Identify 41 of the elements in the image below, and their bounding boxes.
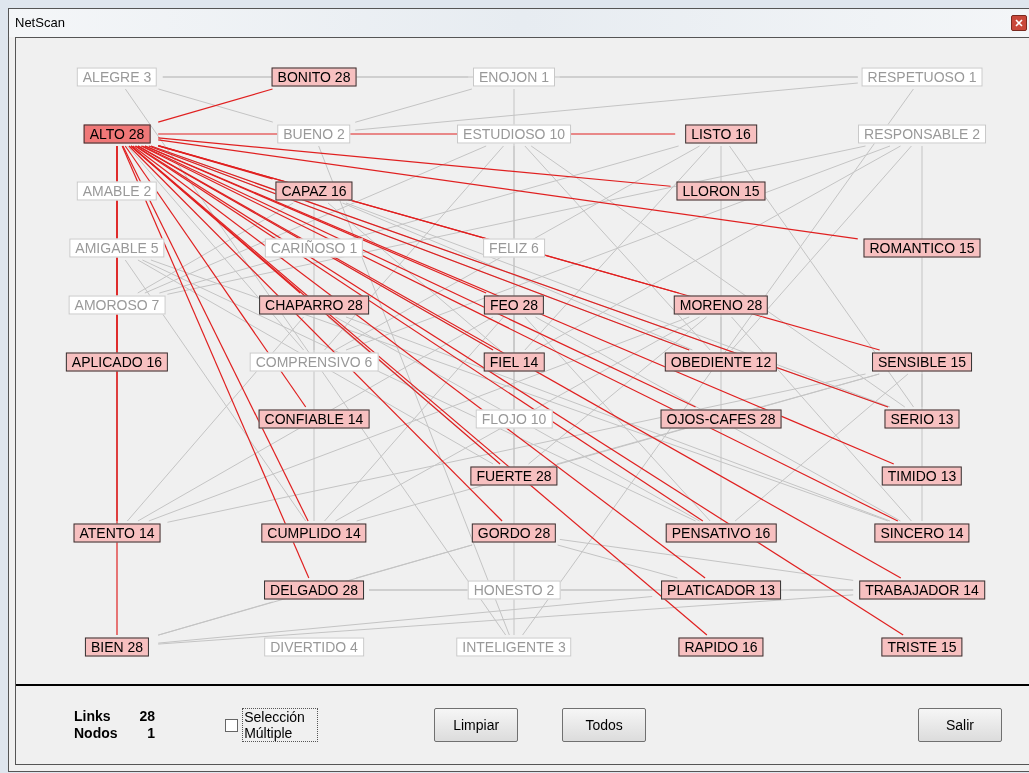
word-node[interactable]: OJOS-CAFES 28 (660, 409, 782, 429)
stat-label: Links (74, 708, 112, 725)
action-button[interactable]: Todos (562, 708, 647, 742)
word-node[interactable]: FEO 28 (483, 295, 545, 315)
word-node[interactable]: APLICADO 16 (65, 352, 169, 372)
word-node[interactable]: CONFIABLE 14 (258, 409, 370, 429)
word-node[interactable]: SERIO 13 (884, 409, 960, 429)
word-node[interactable]: BONITO 28 (271, 67, 357, 87)
word-node[interactable]: CAPAZ 16 (275, 181, 353, 201)
stat-value: 1 (146, 725, 156, 742)
word-node[interactable]: PLATICADOR 13 (661, 580, 781, 600)
word-node[interactable]: OBEDIENTE 12 (664, 352, 778, 372)
word-node[interactable]: ATENTO 14 (73, 523, 161, 543)
word-node[interactable]: TRABAJADOR 14 (859, 580, 985, 600)
action-button[interactable]: Limpiar (434, 708, 519, 742)
window-title: NetScan (15, 14, 65, 33)
word-node[interactable]: TIMIDO 13 (881, 466, 963, 486)
checkbox-label: Selección Múltiple (242, 708, 319, 742)
word-node[interactable]: CHAPARRO 28 (259, 295, 369, 315)
checkbox[interactable] (225, 718, 239, 732)
word-node[interactable]: ALTO 28 (83, 124, 151, 144)
action-button[interactable]: Salir (918, 708, 1002, 742)
close-icon (1015, 19, 1023, 27)
stat-label: Nodos (74, 725, 118, 742)
word-node[interactable]: LLORON 15 (676, 181, 766, 201)
word-node[interactable]: MORENO 28 (673, 295, 769, 315)
word-node[interactable]: PENSATIVO 16 (665, 523, 777, 543)
word-node[interactable]: LISTO 16 (685, 124, 757, 144)
word-node[interactable]: FUERTE 28 (470, 466, 558, 486)
word-node[interactable]: TRISTE 15 (881, 637, 963, 657)
word-node[interactable]: BIEN 28 (84, 637, 150, 657)
word-node[interactable]: FIEL 14 (483, 352, 545, 372)
word-node[interactable]: CUMPLIDO 14 (261, 523, 367, 543)
word-node[interactable]: GORDO 28 (471, 523, 557, 543)
word-node[interactable]: SENSIBLE 15 (872, 352, 972, 372)
close-button[interactable] (1011, 15, 1027, 31)
word-node[interactable]: DELGADO 28 (264, 580, 364, 600)
word-node[interactable]: SINCERO 14 (874, 523, 970, 543)
stat-value: 28 (139, 708, 156, 725)
word-node[interactable]: RAPIDO 16 (678, 637, 764, 657)
word-node[interactable]: ROMANTICO 15 (863, 238, 981, 258)
